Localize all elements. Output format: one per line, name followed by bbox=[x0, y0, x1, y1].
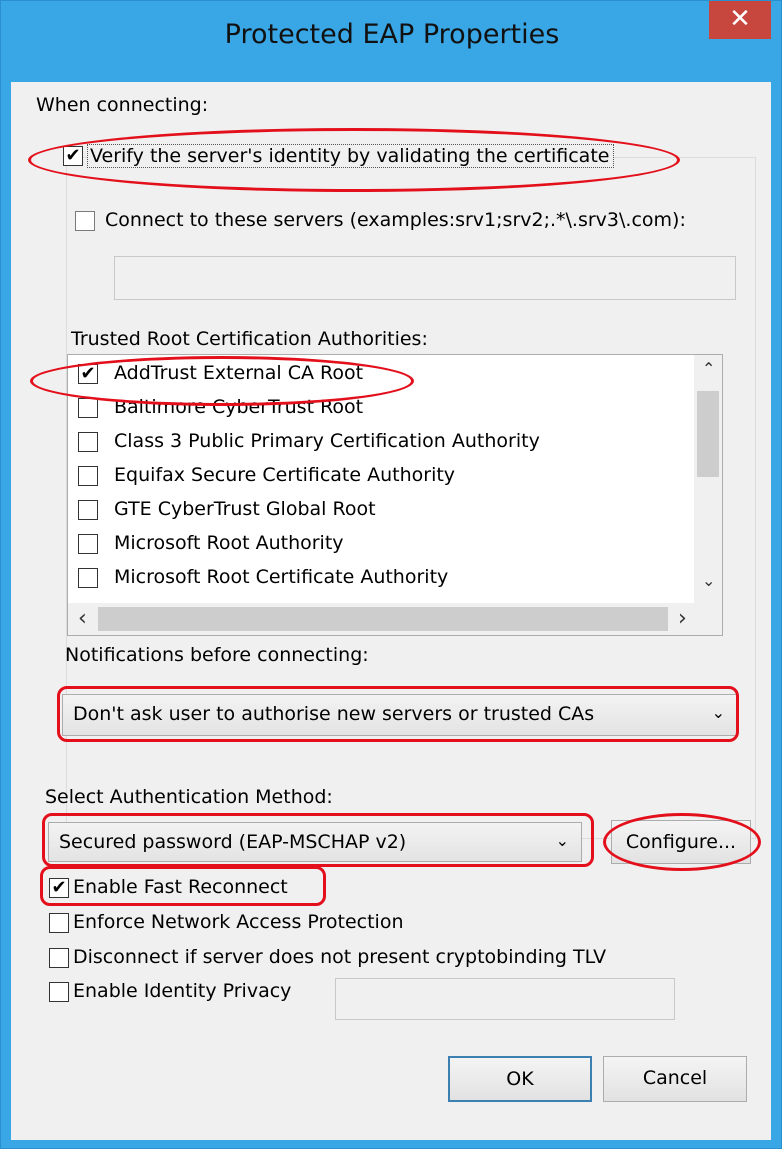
certificate-label: Microsoft Root Certificate Authority bbox=[114, 566, 449, 588]
scroll-down-icon[interactable]: ⌄ bbox=[702, 571, 715, 590]
chevron-down-icon: ⌄ bbox=[555, 831, 569, 850]
close-icon: ✕ bbox=[729, 4, 751, 34]
horizontal-scrollbar[interactable]: ‹ › bbox=[68, 603, 722, 635]
cryptobinding-checkbox[interactable] bbox=[49, 948, 69, 968]
certificate-label: Microsoft Root Authority bbox=[114, 532, 344, 554]
connect-servers-checkbox[interactable] bbox=[75, 211, 95, 231]
certificate-label: Class 3 Public Primary Certification Aut… bbox=[114, 430, 540, 452]
chevron-down-icon: ⌄ bbox=[711, 703, 725, 722]
cancel-label: Cancel bbox=[642, 1067, 708, 1089]
dialog-window: Protected EAP Properties ✕ When connecti… bbox=[0, 0, 782, 1149]
certificate-list[interactable]: ✔ AddTrust External CA Root Baltimore Cy… bbox=[67, 354, 723, 636]
scroll-left-icon[interactable]: ‹ bbox=[78, 606, 87, 631]
vertical-scrollbar[interactable]: ⌃ ⌄ bbox=[694, 355, 722, 603]
identity-privacy-checkbox[interactable] bbox=[49, 982, 69, 1002]
notifications-label: Notifications before connecting: bbox=[65, 644, 369, 666]
certificate-label: GTE CyberTrust Global Root bbox=[114, 498, 376, 520]
notifications-dropdown[interactable]: Don't ask user to authorise new servers … bbox=[62, 694, 738, 736]
certificate-label: Baltimore CyberTrust Root bbox=[114, 396, 364, 418]
certificate-checkbox[interactable] bbox=[78, 398, 98, 418]
cryptobinding-label: Disconnect if server does not present cr… bbox=[73, 946, 607, 968]
auth-method-value: Secured password (EAP-MSCHAP v2) bbox=[59, 831, 407, 853]
scroll-right-icon[interactable]: › bbox=[678, 606, 687, 631]
check-icon: ✔ bbox=[65, 145, 81, 166]
enforce-nap-checkbox[interactable] bbox=[49, 913, 69, 933]
certificate-checkbox[interactable] bbox=[78, 432, 98, 452]
configure-button[interactable]: Configure... bbox=[611, 820, 751, 864]
check-icon: ✔ bbox=[51, 877, 67, 898]
scroll-up-icon[interactable]: ⌃ bbox=[702, 359, 715, 378]
cancel-button[interactable]: Cancel bbox=[603, 1056, 747, 1102]
fast-reconnect-label: Enable Fast Reconnect bbox=[73, 876, 288, 898]
configure-label: Configure... bbox=[625, 831, 737, 853]
identity-privacy-label: Enable Identity Privacy bbox=[73, 980, 292, 1002]
horizontal-scroll-thumb[interactable] bbox=[98, 607, 668, 631]
check-icon: ✔ bbox=[80, 363, 96, 384]
enforce-nap-label: Enforce Network Access Protection bbox=[73, 911, 404, 933]
title-bar[interactable]: Protected EAP Properties ✕ bbox=[1, 1, 783, 81]
certificate-checkbox[interactable] bbox=[78, 500, 98, 520]
ok-label: OK bbox=[506, 1068, 534, 1090]
connect-servers-label: Connect to these servers (examples:srv1;… bbox=[105, 209, 686, 231]
certificate-label: AddTrust External CA Root bbox=[114, 362, 364, 384]
verify-identity-label[interactable]: Verify the server's identity by validati… bbox=[87, 144, 615, 168]
vertical-scroll-thumb[interactable] bbox=[697, 391, 719, 477]
dialog-body: When connecting: ✔ Verify the server's i… bbox=[11, 82, 771, 1140]
trusted-root-label: Trusted Root Certification Authorities: bbox=[71, 328, 428, 350]
servers-input[interactable] bbox=[114, 256, 736, 300]
fast-reconnect-checkbox[interactable]: ✔ bbox=[49, 878, 69, 898]
certificate-checkbox[interactable] bbox=[78, 534, 98, 554]
notifications-value: Don't ask user to authorise new servers … bbox=[73, 703, 595, 725]
certificate-checkbox[interactable] bbox=[78, 466, 98, 486]
certificate-checkbox[interactable]: ✔ bbox=[78, 364, 98, 384]
close-button[interactable]: ✕ bbox=[709, 1, 771, 39]
verify-identity-checkbox[interactable]: ✔ bbox=[63, 146, 83, 166]
auth-method-dropdown[interactable]: Secured password (EAP-MSCHAP v2) ⌄ bbox=[48, 822, 582, 862]
when-connecting-label: When connecting: bbox=[36, 94, 209, 116]
ok-button[interactable]: OK bbox=[448, 1056, 592, 1102]
certificate-checkbox[interactable] bbox=[78, 568, 98, 588]
certificate-label: Equifax Secure Certificate Authority bbox=[114, 464, 456, 486]
identity-input[interactable] bbox=[335, 978, 675, 1020]
select-auth-label: Select Authentication Method: bbox=[45, 786, 333, 808]
window-title: Protected EAP Properties bbox=[224, 19, 560, 50]
